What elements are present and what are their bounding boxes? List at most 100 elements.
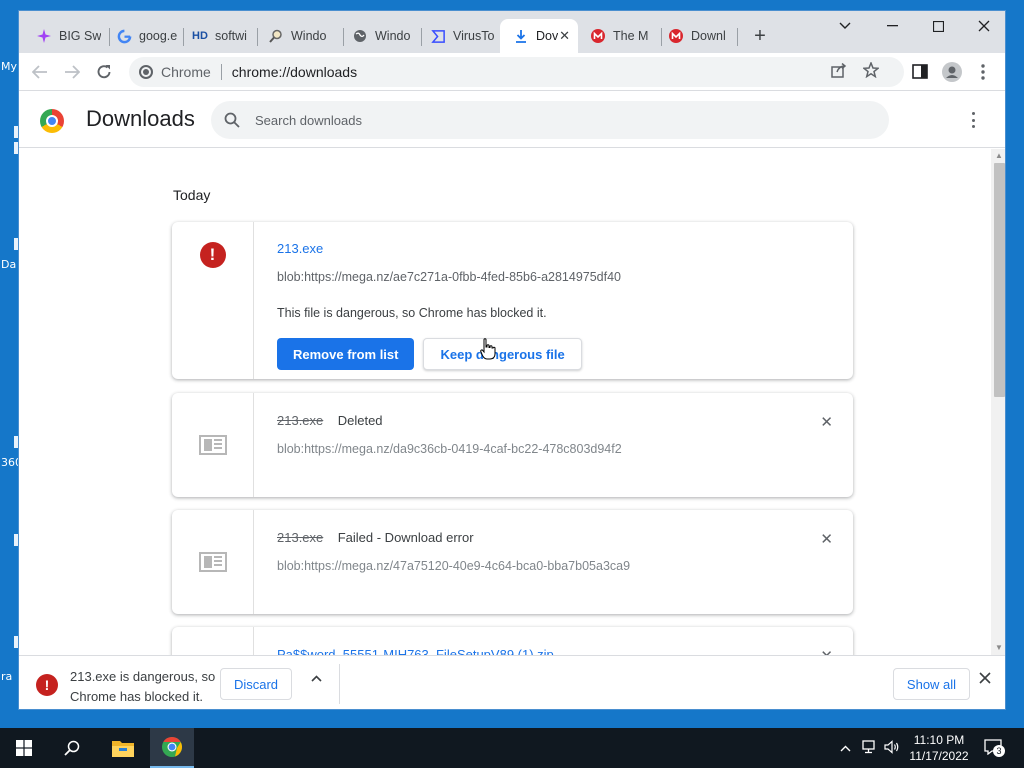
file-name-link[interactable]: Pa$$word_55551-MIH763_FileSetupV89 (1).z…: [277, 647, 554, 655]
danger-icon: !: [199, 242, 226, 268]
desktop-icon-label[interactable]: Da: [1, 258, 16, 271]
downloads-page: Downloads Today ! 213.exe blob:https://m…: [19, 92, 1005, 655]
window-close-button[interactable]: [961, 11, 1005, 41]
volume-icon[interactable]: [884, 740, 900, 757]
google-icon: [116, 28, 132, 44]
close-shelf-icon[interactable]: [979, 671, 991, 689]
downloads-header: Downloads: [19, 92, 1005, 148]
desktop-icon-label[interactable]: ra: [1, 670, 12, 683]
keep-dangerous-file-button[interactable]: Keep dangerous file: [423, 338, 582, 370]
show-hidden-icons-chevron-icon[interactable]: [840, 740, 851, 755]
omnibox-divider: [220, 64, 222, 80]
tab-title: VirusTo: [453, 29, 495, 43]
tab-title: The M: [613, 29, 649, 43]
minimize-button[interactable]: [869, 11, 915, 41]
tab[interactable]: BIG Sw: [23, 19, 109, 53]
file-name: 213.exe: [277, 413, 324, 428]
remove-item-close-icon[interactable]: ✕: [820, 413, 833, 431]
share-icon[interactable]: [831, 62, 847, 82]
tab-title: goog.e: [139, 29, 178, 43]
file-icon-column: [172, 393, 254, 497]
chrome-page-icon: [139, 65, 153, 79]
address-bar[interactable]: Chrome chrome://downloads: [129, 57, 904, 87]
tab[interactable]: Windo: [339, 19, 419, 53]
search-icon[interactable]: [52, 728, 92, 768]
file-name: 213.exe: [277, 241, 324, 256]
tab[interactable]: goog.e: [103, 19, 183, 53]
bookmark-star-icon[interactable]: [862, 60, 880, 82]
reload-button[interactable]: [91, 59, 117, 85]
tab-search-chevron-icon[interactable]: [822, 11, 868, 41]
remove-from-list-button[interactable]: Remove from list: [277, 338, 415, 370]
search-downloads-box[interactable]: [211, 101, 889, 139]
notification-count-badge: 3: [993, 745, 1005, 757]
page-title: Downloads: [86, 106, 195, 131]
mega-icon: [668, 28, 684, 44]
shelf-divider: [339, 664, 340, 704]
tab-downloads[interactable]: Dov ✕: [500, 19, 578, 53]
file-explorer-icon[interactable]: [102, 728, 144, 768]
download-item-dangerous: ! 213.exe blob:https://mega.nz/ae7c271a-…: [172, 222, 853, 379]
action-center-icon[interactable]: 3: [984, 739, 1005, 758]
download-actions: Remove from list Keep dangerous file: [277, 338, 833, 370]
tab[interactable]: The M: [577, 19, 661, 53]
file-icon-column: [172, 627, 254, 655]
danger-icon: !: [36, 674, 58, 696]
new-tab-button[interactable]: +: [748, 25, 772, 49]
desktop-icon-label[interactable]: My: [1, 60, 17, 73]
network-icon[interactable]: [862, 740, 878, 757]
download-item-body: Pa$$word_55551-MIH763_FileSetupV89 (1).z…: [277, 627, 833, 655]
download-item-body: 213.exe Deleted blob:https://mega.nz/da9…: [277, 393, 833, 456]
scrollbar-thumb[interactable]: [994, 163, 1005, 397]
page-scrollbar[interactable]: ▲ ▼: [991, 149, 1005, 655]
browser-window: BIG Sw goog.e HD softwi Windo Windo Viru…: [18, 10, 1006, 710]
danger-warning-text: This file is dangerous, so Chrome has bl…: [277, 306, 547, 320]
tab-title: Dov: [536, 29, 559, 43]
profile-avatar-icon[interactable]: [942, 62, 962, 86]
back-button[interactable]: [27, 59, 53, 85]
chrome-menu-icon[interactable]: [981, 64, 985, 84]
forward-button[interactable]: [59, 59, 85, 85]
maximize-button[interactable]: [915, 11, 961, 41]
chevron-up-icon[interactable]: [306, 671, 326, 695]
tab[interactable]: HD softwi: [179, 19, 257, 53]
discard-button[interactable]: Discard: [220, 668, 292, 700]
remove-item-close-icon[interactable]: ✕: [820, 647, 833, 655]
search-input[interactable]: [255, 112, 835, 128]
tab-strip: BIG Sw goog.e HD softwi Windo Windo Viru…: [19, 11, 1005, 53]
hd-icon: HD: [192, 30, 208, 42]
tab[interactable]: Downl: [655, 19, 739, 53]
download-item-failed: 213.exe Failed - Download error blob:htt…: [172, 510, 853, 614]
system-clock[interactable]: 11:10 PM 11/17/2022: [902, 732, 976, 764]
downloads-list: Today ! 213.exe blob:https://mega.nz/ae7…: [19, 149, 991, 655]
tab-title: Windo: [291, 29, 327, 43]
generic-file-icon: [198, 552, 227, 572]
download-shelf: ! 213.exe is dangerous, so Chrome has bl…: [19, 655, 1005, 709]
scroll-down-arrow-icon[interactable]: ▼: [994, 643, 1004, 652]
tab[interactable]: Windo: [255, 19, 343, 53]
hand-cursor-icon: [480, 338, 496, 364]
url-text[interactable]: chrome://downloads: [232, 64, 357, 80]
chrome-logo-icon: [40, 109, 64, 133]
file-name: 213.exe: [277, 530, 324, 545]
scroll-up-arrow-icon[interactable]: ▲: [994, 151, 1004, 160]
more-actions-icon[interactable]: [963, 110, 983, 130]
site-label: Chrome: [161, 64, 211, 80]
site-info-chip[interactable]: Chrome: [139, 64, 211, 80]
file-source-url: blob:https://mega.nz/da9c36cb-0419-4caf-…: [277, 442, 622, 456]
tab[interactable]: VirusTo: [417, 19, 503, 53]
file-source-url: blob:https://mega.nz/ae7c271a-0fbb-4fed-…: [277, 270, 622, 284]
globe-icon: [352, 28, 368, 44]
chrome-taskbar-icon[interactable]: [150, 728, 194, 768]
windows-start-icon[interactable]: [4, 728, 44, 768]
search-icon[interactable]: [223, 111, 241, 129]
generic-file-icon: [198, 435, 227, 455]
download-item-deleted: 213.exe Deleted blob:https://mega.nz/da9…: [172, 393, 853, 497]
download-item-body: 213.exe blob:https://mega.nz/ae7c271a-0f…: [277, 222, 833, 370]
show-all-button[interactable]: Show all: [893, 668, 970, 700]
remove-item-close-icon[interactable]: ✕: [820, 530, 833, 548]
close-icon[interactable]: ✕: [559, 28, 570, 44]
side-panel-icon[interactable]: [912, 64, 928, 83]
download-icon: [513, 28, 529, 44]
tab-title: softwi: [215, 29, 247, 43]
